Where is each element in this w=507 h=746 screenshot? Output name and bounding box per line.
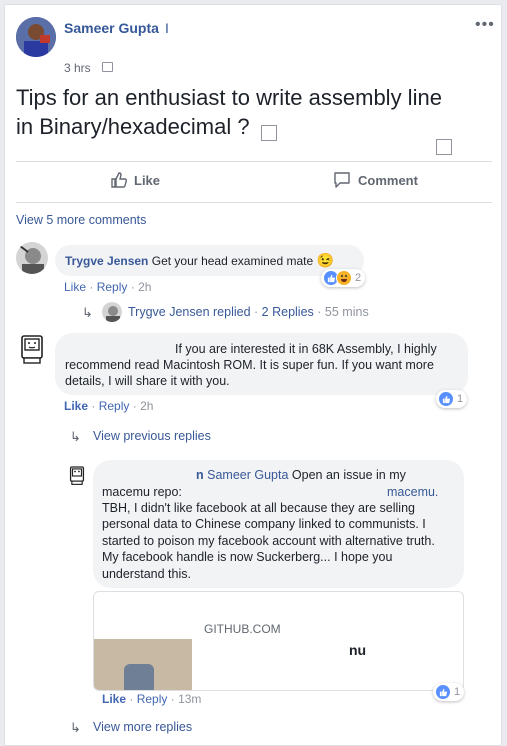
comment-meta: Like · Reply · 2h (64, 399, 154, 413)
link-preview-domain: GITHUB.COM (204, 622, 281, 636)
replier-photo-icon (102, 302, 122, 322)
action-divider-top (16, 161, 492, 162)
post-text-line1: Tips for an enthusiast to write assembly… (16, 85, 442, 110)
reply-summary-avatar[interactable] (102, 302, 122, 322)
author-avatar[interactable] (16, 17, 56, 57)
broken-glyph-icon (261, 125, 277, 141)
comment-like-link[interactable]: Like (64, 280, 86, 294)
view-more-replies-link[interactable]: View more replies (93, 720, 192, 734)
broken-glyph-icon (436, 139, 452, 155)
reply-summary[interactable]: Trygve Jensen replied · 2 Replies · 55 m… (128, 305, 369, 319)
reply-text-line4: personal data to Chinese company linked … (102, 517, 426, 531)
like-reaction-icon (438, 391, 454, 407)
reply-line1: n Sameer Gupta Open an issue in my (196, 468, 406, 482)
reaction-count: 1 (457, 393, 464, 405)
reply-text-line3: TBH, I didn't like facebook at all becau… (102, 501, 415, 515)
wink-emoji-icon: 😉 (316, 252, 334, 268)
comment-time[interactable]: 2h (138, 280, 151, 294)
comment-label: Comment (358, 172, 418, 188)
like-label: Like (134, 172, 161, 188)
author-name-tail: I (165, 20, 169, 36)
reply-text-line5: started to poison my facebook account wi… (102, 534, 435, 548)
comment-text-line2: recommend read Macintosh ROM. It is supe… (65, 358, 434, 372)
reaction-count: 2 (355, 272, 362, 284)
reply-reply-link[interactable]: Reply (137, 692, 168, 706)
reply-text-line7: understand this. (102, 567, 191, 581)
commenter-avatar[interactable] (16, 242, 48, 274)
thumbs-up-icon (111, 172, 128, 188)
post-card: Sameer Gupta I 3 hrs ••• Tips for an ent… (4, 4, 502, 746)
reply-summary-count: 2 Replies (261, 305, 314, 319)
reply-summary-author: Trygve Jensen (128, 305, 210, 319)
audience-icon[interactable] (102, 62, 113, 72)
comment-meta: Like · Reply · 2h (64, 280, 152, 294)
comment-content: Trygve Jensen Get your head examined mat… (65, 252, 334, 269)
reply-summary-time: 55 mins (324, 305, 369, 319)
link-preview-title-tail: nu (349, 642, 367, 658)
reply-meta: Like · Reply · 13m (102, 692, 202, 706)
link-preview-card[interactable]: GITHUB.COM nu (93, 591, 464, 691)
reply-arrow-icon: ↳ (82, 305, 93, 320)
reply-text-line1: Open an issue in my (291, 468, 406, 482)
reply-arrow-icon: ↳ (70, 720, 81, 735)
comment-reactions[interactable]: 2 (321, 269, 366, 287)
reply-like-link[interactable]: Like (102, 692, 126, 706)
comment-reply-link[interactable]: Reply (99, 399, 130, 413)
comment-text-line3: details, I will share it with you. (65, 374, 230, 388)
reply-text-line6: My facebook handle is now Suckerberg... … (102, 550, 393, 564)
speech-bubble-icon (334, 172, 350, 188)
action-divider-bottom (16, 202, 492, 203)
comment-reply-link[interactable]: Reply (97, 280, 128, 294)
mac-avatar-icon[interactable] (68, 466, 86, 486)
post-text-line2: in Binary/hexadecimal ? (16, 114, 250, 139)
haha-reaction-icon (336, 270, 352, 286)
reply-repo-link[interactable]: macemu. (387, 485, 438, 499)
comment-text-line1: If you are interested it in 68K Assembly… (175, 342, 437, 356)
view-previous-replies-link[interactable]: View previous replies (93, 429, 211, 443)
author-name[interactable]: Sameer Gupta (64, 20, 159, 36)
reply-text-line2-prefix: macemu repo: (102, 485, 182, 499)
reply-arrow-icon: ↳ (70, 429, 81, 444)
reply-summary-replied: replied (213, 305, 251, 319)
comment-time[interactable]: 2h (140, 399, 153, 413)
commenter-photo-icon (16, 242, 48, 274)
timestamp[interactable]: 3 hrs (64, 61, 91, 75)
reply-mention[interactable]: Sameer Gupta (207, 468, 288, 482)
like-button[interactable]: Like (110, 171, 160, 189)
mac-avatar-icon[interactable] (18, 335, 46, 365)
reply-time[interactable]: 13m (178, 692, 201, 706)
reaction-count: 1 (454, 686, 461, 698)
reply-reactions[interactable]: 1 (433, 683, 465, 701)
link-preview-thumbnail-person (124, 664, 154, 690)
more-options-icon[interactable]: ••• (475, 16, 495, 34)
like-reaction-icon (435, 684, 451, 700)
reply-author-tail[interactable]: n (196, 468, 204, 482)
comment-button[interactable]: Comment (333, 171, 418, 189)
author-photo-icon (16, 17, 56, 57)
comment-reactions[interactable]: 1 (436, 390, 468, 408)
comment-text: Get your head examined mate (151, 254, 314, 268)
comment-like-link[interactable]: Like (64, 399, 88, 413)
comment-author[interactable]: Trygve Jensen (65, 254, 148, 268)
view-more-comments-link[interactable]: View 5 more comments (16, 213, 146, 227)
